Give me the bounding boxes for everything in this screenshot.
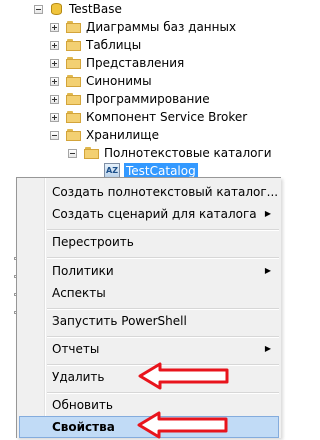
tree-node-storage[interactable]: Хранилище [50,126,159,144]
collapse-toggle[interactable] [68,148,77,158]
expand-toggle[interactable] [50,58,59,68]
menu-item-label: Создать полнотекстовый каталог... [52,185,279,199]
tree-node-programmability[interactable]: Программирование [50,90,210,108]
menu-item-powershell[interactable]: Запустить PowerShell [19,310,279,332]
menu-separator [47,257,279,259]
menu-item-rebuild[interactable]: Перестроить [19,231,279,253]
tree-node-label: TestBase [69,2,122,16]
tree-node-service-broker[interactable]: Компонент Service Broker [50,108,247,126]
annotation-arrow-properties-icon [137,411,228,439]
menu-item-label: Запустить PowerShell [52,314,187,328]
tree-node-views[interactable]: Представления [50,54,184,72]
menu-item-script-catalog[interactable]: Создать сценарий для каталога ▶ [19,203,279,225]
tree-node-label: Таблицы [86,38,142,52]
menu-item-create-catalog[interactable]: Создать полнотекстовый каталог... [19,181,279,203]
folder-icon [66,38,82,52]
expand-toggle[interactable] [50,40,59,50]
annotation-arrow-delete-icon [138,362,229,390]
folder-icon [66,110,82,124]
tree-node-synonyms[interactable]: Синонимы [50,72,152,90]
menu-item-facets[interactable]: Аспекты [19,282,279,304]
tree-node-fulltext-catalogs[interactable]: Полнотекстовые каталоги [68,144,272,162]
menu-item-label: Обновить [52,398,113,412]
folder-icon [66,56,82,70]
tree-node-label: Синонимы [86,74,152,88]
folder-icon [66,20,82,34]
tree-node-tables[interactable]: Таблицы [50,36,141,54]
submenu-arrow-icon: ▶ [264,344,271,353]
menu-item-label: Удалить [52,370,105,384]
tree-node-diagrams[interactable]: Диаграммы баз данных [50,18,236,36]
menu-item-label: Перестроить [52,235,134,249]
expand-toggle[interactable] [50,94,59,104]
folder-icon [84,146,100,160]
menu-item-label: Свойства [52,420,115,434]
menu-item-label: Создать сценарий для каталога [52,207,257,221]
tree-node-label: Представления [86,56,185,70]
context-menu: Создать полнотекстовый каталог... Создат… [16,177,281,438]
menu-item-label: Политики [52,264,114,278]
submenu-arrow-icon: ▶ [264,266,271,275]
tree-node-label: Полнотекстовые каталоги [104,146,272,160]
folder-icon [66,74,82,88]
menu-item-label: Отчеты [52,342,100,356]
expand-toggle[interactable] [50,76,59,86]
database-icon [50,1,64,17]
menu-item-policies[interactable]: Политики ▶ [19,260,279,282]
menu-item-label: Аспекты [52,286,106,300]
tree-node-label: Диаграммы баз данных [86,20,237,34]
expand-toggle[interactable] [50,22,59,32]
submenu-arrow-icon: ▶ [264,209,271,218]
tree-node-label: Программирование [86,92,210,106]
tree-node-label: Компонент Service Broker [86,110,248,124]
folder-icon [66,128,82,142]
collapse-toggle[interactable] [50,130,59,140]
menu-item-reports[interactable]: Отчеты ▶ [19,338,279,360]
expand-toggle[interactable] [50,112,59,122]
tree-node-label: Хранилище [86,128,159,142]
tree-node-testbase[interactable]: TestBase [34,0,122,18]
collapse-toggle[interactable] [34,4,43,14]
folder-icon [66,92,82,106]
